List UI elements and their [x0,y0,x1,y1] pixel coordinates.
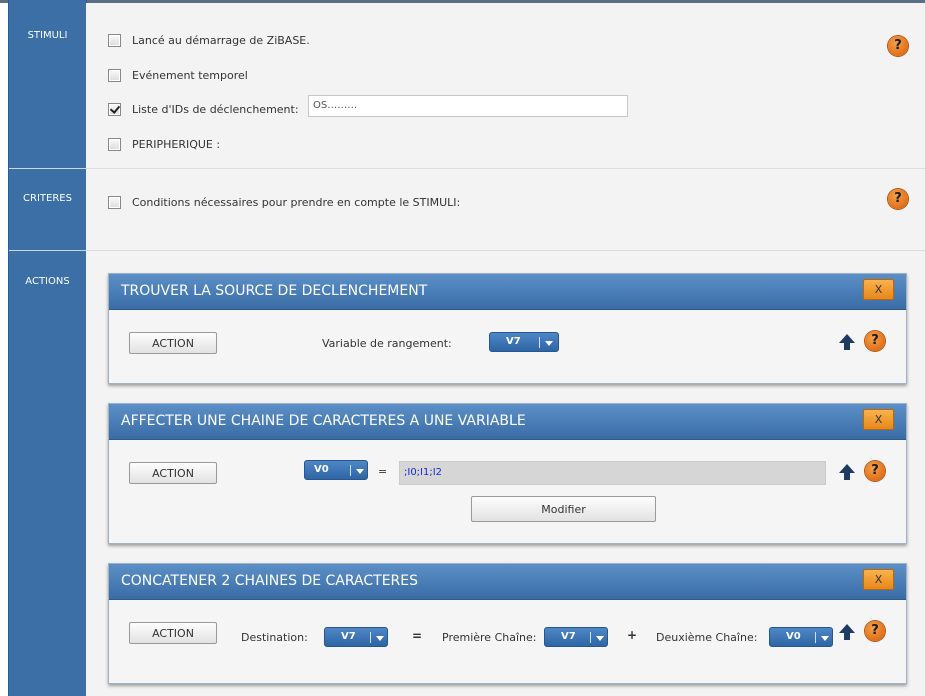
select-value: V7 [561,631,576,642]
second-string-label: Deuxième Chaîne: [656,631,758,644]
chevron-down-icon [821,636,829,641]
panel-title: CONCATENER 2 CHAINES DE CARACTERES X [109,564,906,600]
section-divider [86,168,925,169]
sidebar-label-actions: ACTIONS [25,276,70,287]
chevron-down-icon [376,636,384,641]
stimuli-device-row[interactable]: PERIPHERIQUE : [108,136,220,152]
stimuli-device-checkbox[interactable] [108,137,121,151]
panel-title: TROUVER LA SOURCE DE DECLENCHEMENT X [109,274,906,310]
select-divider [590,632,591,643]
help-icon[interactable]: ? [865,621,885,641]
chevron-down-icon [356,469,364,474]
storage-variable-select[interactable]: V7 [489,332,559,352]
action-panel-concatenate: CONCATENER 2 CHAINES DE CARACTERES X ACT… [108,563,907,684]
action-button[interactable]: ACTION [129,332,217,354]
help-icon[interactable]: ? [888,36,908,56]
destination-label: Destination: [241,631,308,644]
sidebar-label-stimuli: STIMULI [27,30,68,41]
sidebar-divider [9,168,86,169]
sidebar-divider [9,250,86,251]
criteres-row[interactable]: Conditions nécessaires pour prendre en c… [108,194,460,210]
first-string-select[interactable]: V7 [544,627,608,647]
sidebar-label-criteres: CRITERES [23,193,72,204]
section-divider [86,250,925,251]
trigger-ids-input[interactable]: OS……… [308,95,628,117]
stimuli-time-event-label: Evénement temporel [132,68,248,82]
equals-sign: = [412,629,423,643]
close-button[interactable]: X [863,569,894,590]
criteres-label: Conditions nécessaires pour prendre en c… [132,195,461,209]
chevron-down-icon [596,636,604,641]
action-button[interactable]: ACTION [129,462,217,484]
select-value: V0 [786,631,801,642]
action-panel-find-source: TROUVER LA SOURCE DE DECLENCHEMENT X ACT… [108,273,907,384]
stimuli-startup-checkbox[interactable] [108,33,121,47]
stimuli-id-list-label: Liste d'IDs de déclenchement: [132,102,299,116]
stimuli-time-event-row[interactable]: Evénement temporel [108,67,248,83]
select-value: V7 [341,631,356,642]
select-value: V7 [506,336,521,347]
help-icon[interactable]: ? [888,189,908,209]
select-divider [815,632,816,643]
stimuli-startup-label: Lancé au démarrage de ZiBASE. [132,33,310,47]
stimuli-device-label: PERIPHERIQUE : [132,137,221,151]
help-icon[interactable]: ? [865,331,885,351]
main-content: Lancé au démarrage de ZiBASE. Evénement … [86,3,925,696]
panel-title-text: TROUVER LA SOURCE DE DECLENCHEMENT [121,283,428,299]
close-button[interactable]: X [863,409,894,430]
stimuli-startup-row[interactable]: Lancé au démarrage de ZiBASE. [108,32,310,48]
move-up-icon[interactable] [838,333,856,351]
string-value-field[interactable]: ;I0;I1;I2 [399,461,826,485]
close-button[interactable]: X [863,279,894,300]
stimuli-id-list-checkbox[interactable] [108,102,121,116]
first-string-label: Première Chaîne: [442,631,537,644]
move-up-icon[interactable] [838,463,856,481]
panel-title-text: CONCATENER 2 CHAINES DE CARACTERES [121,573,419,589]
action-panel-assign-string: AFFECTER UNE CHAINE DE CARACTERES A UNE … [108,403,907,544]
destination-select[interactable]: V7 [324,627,388,647]
target-variable-select[interactable]: V0 [304,460,368,480]
equals-sign: = [378,465,388,478]
select-divider [350,465,351,476]
second-string-select[interactable]: V0 [769,627,833,647]
criteres-checkbox[interactable] [108,195,121,209]
sidebar: STIMULI CRITERES ACTIONS [8,0,87,696]
panel-title: AFFECTER UNE CHAINE DE CARACTERES A UNE … [109,404,906,440]
select-value: V0 [314,464,329,475]
panel-title-text: AFFECTER UNE CHAINE DE CARACTERES A UNE … [121,413,526,429]
plus-sign: + [627,628,638,642]
stimuli-id-list-row[interactable]: Liste d'IDs de déclenchement: [108,101,299,117]
storage-variable-label: Variable de rangement: [322,337,452,350]
action-button[interactable]: ACTION [129,622,217,644]
chevron-down-icon [545,341,553,346]
select-divider [370,632,371,643]
help-icon[interactable]: ? [865,461,885,481]
select-divider [539,337,540,348]
modify-button[interactable]: Modifier [471,496,656,522]
stimuli-time-event-checkbox[interactable] [108,68,121,82]
move-up-icon[interactable] [838,623,856,641]
